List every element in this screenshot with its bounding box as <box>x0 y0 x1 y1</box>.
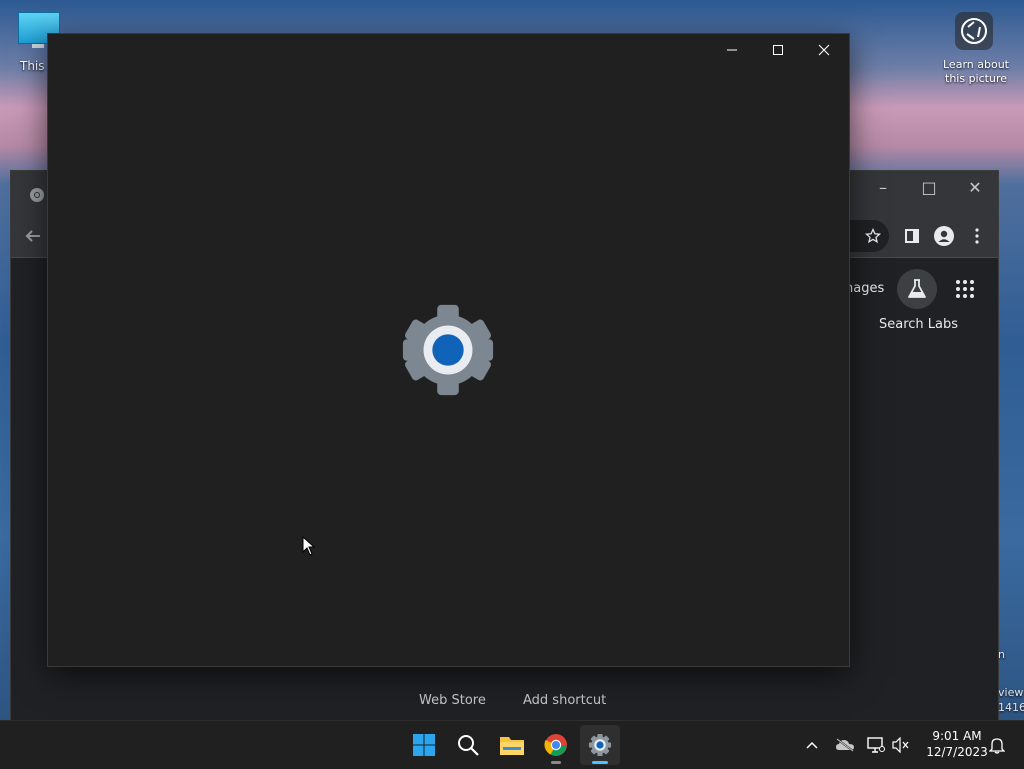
chrome-maximize-button[interactable]: □ <box>917 175 941 199</box>
gear-icon <box>588 733 612 757</box>
running-indicator <box>551 761 561 764</box>
images-link[interactable]: nages <box>845 281 884 296</box>
minimize-button[interactable] <box>709 34 755 66</box>
settings-gear-icon <box>399 301 497 399</box>
maximize-button[interactable] <box>755 34 801 66</box>
active-indicator <box>592 761 608 764</box>
desktop-text-fragment: 1416 <box>998 701 1024 714</box>
desktop-text-fragment: n <box>998 648 1005 661</box>
start-button[interactable] <box>404 725 444 765</box>
close-button[interactable] <box>801 34 847 66</box>
search-icon <box>458 735 479 756</box>
more-options-icon[interactable] <box>965 224 989 248</box>
flask-icon <box>908 279 926 298</box>
chrome-close-button[interactable]: ✕ <box>963 175 987 199</box>
search-button[interactable] <box>448 725 488 765</box>
desktop-text-fragment: view <box>998 686 1024 699</box>
learn-picture-label: Learn about this picture <box>943 58 1009 85</box>
onedrive-offline-icon[interactable] <box>833 733 857 757</box>
mouse-cursor <box>302 535 316 560</box>
chrome-icon <box>29 187 45 207</box>
folder-icon <box>500 737 524 755</box>
camera-lens-icon <box>955 12 993 50</box>
side-panel-icon[interactable] <box>900 224 924 248</box>
google-apps-icon[interactable] <box>955 279 975 303</box>
search-labs-button[interactable] <box>897 269 937 309</box>
taskbar: 9:01 AM 12/7/2023 <box>0 720 1024 769</box>
shortcut-add[interactable]: Add shortcut <box>523 693 606 708</box>
profile-avatar-icon[interactable] <box>932 224 956 248</box>
back-arrow-icon[interactable] <box>21 224 45 248</box>
show-hidden-icons-chevron-icon[interactable] <box>800 733 824 757</box>
chrome-taskbar-button[interactable] <box>536 725 576 765</box>
windows-logo-icon <box>413 734 435 756</box>
monitor-stand <box>32 44 44 48</box>
shortcut-web-store[interactable]: Web Store <box>419 693 486 708</box>
file-explorer-button[interactable] <box>492 725 532 765</box>
search-labs-label: Search Labs <box>879 317 959 332</box>
chrome-minimize-button[interactable]: – <box>871 175 895 199</box>
network-icon[interactable] <box>864 733 888 757</box>
settings-splash-window[interactable] <box>47 33 850 667</box>
chrome-icon <box>544 734 567 756</box>
notification-bell-icon[interactable] <box>985 733 1009 757</box>
bookmark-star-icon[interactable] <box>861 224 885 248</box>
volume-muted-icon[interactable] <box>889 733 913 757</box>
settings-taskbar-button[interactable] <box>580 725 620 765</box>
